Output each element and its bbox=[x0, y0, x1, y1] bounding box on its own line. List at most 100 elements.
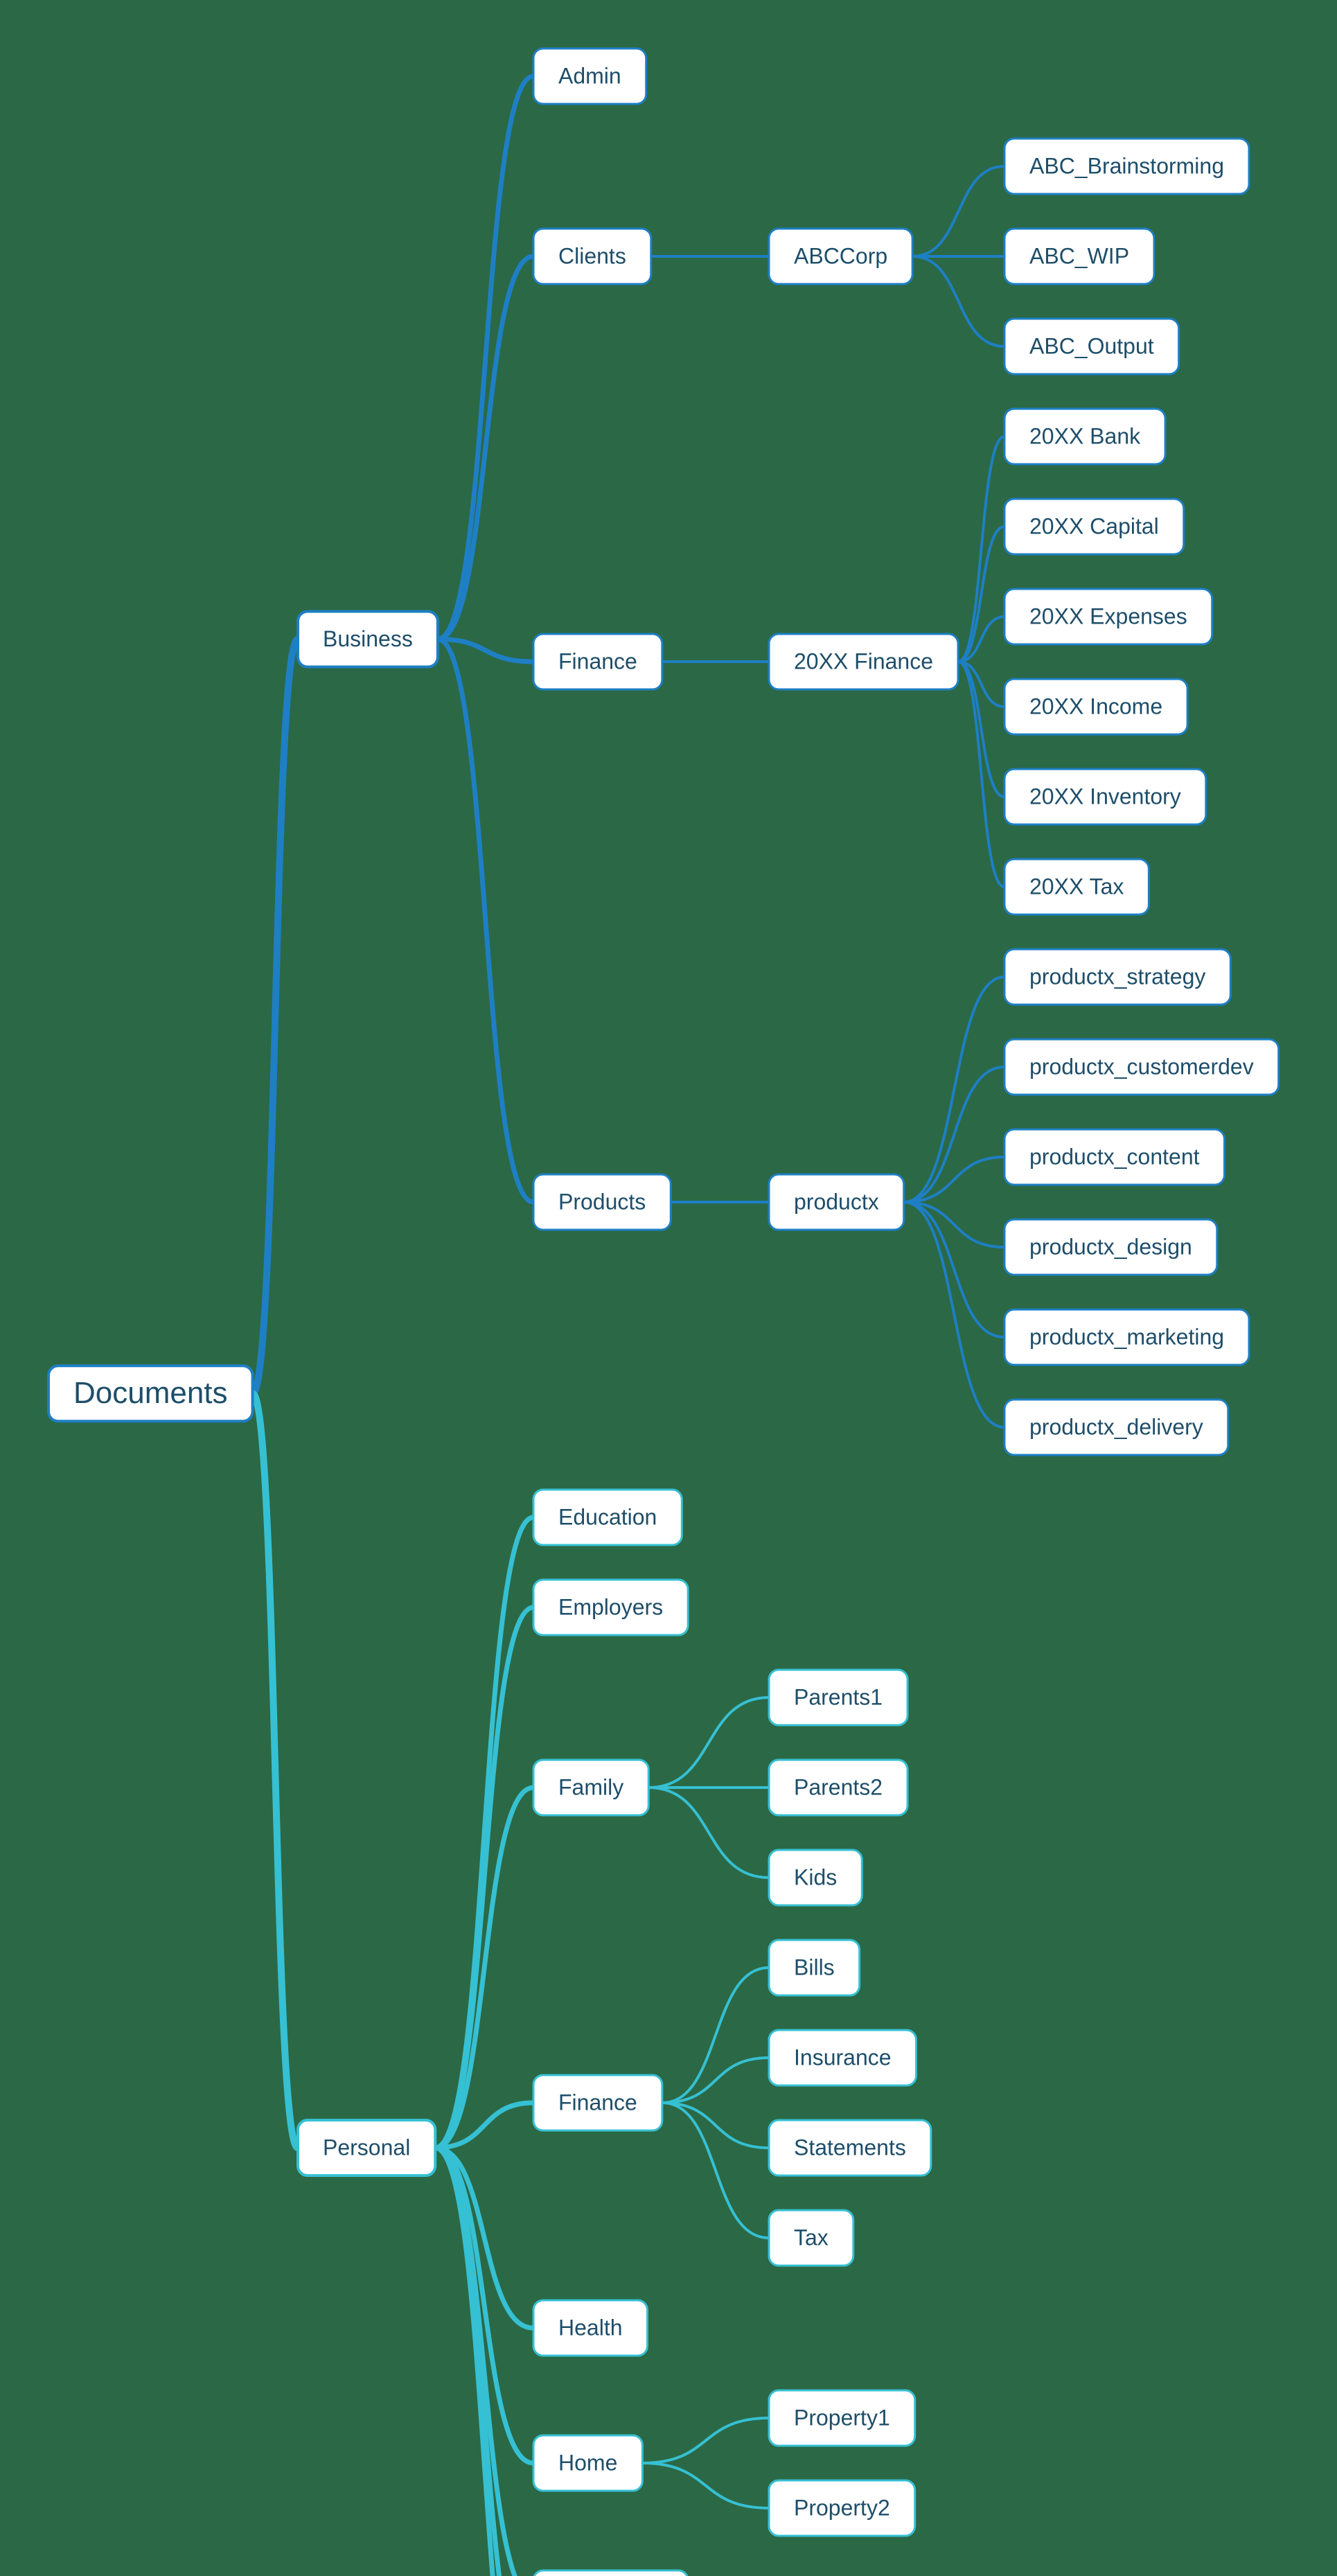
node-label: Parents2 bbox=[794, 1774, 883, 1799]
node-label: Education bbox=[558, 1504, 657, 1529]
node-label: 20XX Bank bbox=[1029, 423, 1141, 448]
node-clients[interactable]: Clients bbox=[533, 229, 651, 284]
node-label: Finance bbox=[558, 2090, 637, 2115]
node-personal[interactable]: Personal bbox=[298, 2120, 435, 2176]
node-20xx-income[interactable]: 20XX Income bbox=[1004, 679, 1187, 734]
node-label: Health bbox=[558, 2315, 623, 2340]
node-property2[interactable]: Property2 bbox=[769, 2480, 915, 2536]
node-abccorp[interactable]: ABCCorp bbox=[769, 229, 912, 284]
node-label: 20XX Finance bbox=[794, 649, 933, 673]
mindmap-canvas: Documents Business Admin Clients ABCCorp ABC_… bbox=[0, 0, 1337, 2576]
edge bbox=[253, 1393, 298, 2148]
node-label: Home bbox=[558, 2450, 617, 2475]
node-20xx-capital[interactable]: 20XX Capital bbox=[1004, 499, 1184, 554]
node-admin[interactable]: Admin bbox=[533, 48, 646, 104]
node-statements[interactable]: Statements bbox=[769, 2120, 931, 2176]
edge bbox=[662, 1968, 769, 2103]
node-label: 20XX Expenses bbox=[1029, 603, 1187, 628]
edge bbox=[648, 1697, 769, 1788]
edge bbox=[435, 2148, 533, 2576]
node-home[interactable]: Home bbox=[533, 2435, 642, 2491]
edge bbox=[958, 436, 1004, 662]
node-productx-marketing[interactable]: productx_marketing bbox=[1004, 1309, 1249, 1365]
node-box bbox=[533, 2570, 688, 2576]
edge bbox=[912, 256, 1004, 346]
node-kids[interactable]: Kids bbox=[769, 1850, 862, 1905]
node-label: Products bbox=[558, 1189, 646, 1214]
node-20xx-bank[interactable]: 20XX Bank bbox=[1004, 409, 1165, 464]
edge bbox=[904, 977, 1004, 1202]
node-productx-design[interactable]: productx_design bbox=[1004, 1219, 1217, 1275]
node-employers[interactable]: Employers bbox=[533, 1580, 688, 1635]
node-label: ABC_WIP bbox=[1029, 243, 1129, 268]
node-label: Business bbox=[323, 626, 413, 651]
node-purchases[interactable]: Purchases bbox=[533, 2570, 688, 2576]
node-20xx-finance[interactable]: 20XX Finance bbox=[769, 634, 958, 689]
node-family[interactable]: Family bbox=[533, 1760, 648, 1815]
node-label: Insurance bbox=[794, 2045, 892, 2070]
node-label: Clients bbox=[558, 243, 626, 268]
nodes-layer: Documents Business Admin Clients ABCCorp ABC_… bbox=[48, 48, 1279, 2576]
node-property1[interactable]: Property1 bbox=[769, 2390, 915, 2446]
node-label: Property2 bbox=[794, 2495, 890, 2520]
node-label: productx_customerdev bbox=[1029, 1054, 1254, 1079]
node-label: productx_marketing bbox=[1029, 1324, 1224, 1349]
node-label: Personal bbox=[323, 2135, 410, 2160]
node-label: Admin bbox=[558, 63, 621, 88]
node-documents[interactable]: Documents bbox=[48, 1366, 253, 1421]
node-products[interactable]: Products bbox=[533, 1174, 671, 1230]
node-productx[interactable]: productx bbox=[769, 1174, 904, 1230]
edges-layer bbox=[253, 76, 1004, 2576]
node-insurance[interactable]: Insurance bbox=[769, 2030, 917, 2085]
node-abc-brainstorming[interactable]: ABC_Brainstorming bbox=[1004, 139, 1249, 194]
node-productx-strategy[interactable]: productx_strategy bbox=[1004, 949, 1230, 1005]
node-label: Statements bbox=[794, 2135, 906, 2160]
edge bbox=[648, 1788, 769, 1878]
node-abc-output[interactable]: ABC_Output bbox=[1004, 319, 1179, 374]
edge bbox=[662, 2103, 769, 2148]
edge bbox=[435, 1607, 533, 2148]
node-label: Tax bbox=[794, 2225, 829, 2250]
edge bbox=[662, 2103, 769, 2238]
node-label: Employers bbox=[558, 1594, 663, 1619]
node-20xx-expenses[interactable]: 20XX Expenses bbox=[1004, 589, 1212, 644]
node-productx-content[interactable]: productx_content bbox=[1004, 1129, 1225, 1185]
node-business[interactable]: Business bbox=[298, 612, 438, 667]
node-label: Bills bbox=[794, 1955, 835, 1979]
node-productx-customerdev[interactable]: productx_customerdev bbox=[1004, 1039, 1279, 1095]
edge bbox=[438, 76, 533, 639]
node-20xx-tax[interactable]: 20XX Tax bbox=[1004, 859, 1149, 915]
node-bills[interactable]: Bills bbox=[769, 1940, 860, 1995]
edge bbox=[912, 166, 1004, 256]
node-20xx-inventory[interactable]: 20XX Inventory bbox=[1004, 769, 1206, 824]
node-finance[interactable]: Finance bbox=[533, 2075, 662, 2131]
edge bbox=[253, 639, 298, 1394]
node-label: productx bbox=[794, 1189, 879, 1214]
node-label: ABC_Output bbox=[1029, 333, 1154, 358]
edge bbox=[435, 1517, 533, 2148]
node-label: productx_design bbox=[1029, 1234, 1192, 1259]
node-label: Property1 bbox=[794, 2405, 890, 2430]
node-label: productx_strategy bbox=[1029, 964, 1205, 989]
node-label: Family bbox=[558, 1774, 623, 1799]
node-label: 20XX Tax bbox=[1029, 874, 1124, 899]
node-label: Finance bbox=[558, 649, 637, 673]
node-label: Documents bbox=[73, 1376, 228, 1410]
edge bbox=[958, 662, 1004, 887]
node-label: ABC_Brainstorming bbox=[1029, 153, 1224, 178]
node-health[interactable]: Health bbox=[533, 2300, 648, 2356]
node-label: Kids bbox=[794, 1864, 837, 1889]
node-education[interactable]: Education bbox=[533, 1490, 682, 1545]
node-label: 20XX Income bbox=[1029, 694, 1162, 718]
node-parents1[interactable]: Parents1 bbox=[769, 1670, 907, 1725]
node-tax[interactable]: Tax bbox=[769, 2210, 853, 2266]
node-label: 20XX Capital bbox=[1029, 513, 1159, 538]
edge bbox=[642, 2418, 769, 2463]
node-abc-wip[interactable]: ABC_WIP bbox=[1004, 229, 1154, 284]
node-finance[interactable]: Finance bbox=[533, 634, 662, 689]
node-label: productx_delivery bbox=[1029, 1414, 1203, 1439]
node-parents2[interactable]: Parents2 bbox=[769, 1760, 907, 1815]
node-productx-delivery[interactable]: productx_delivery bbox=[1004, 1400, 1228, 1455]
node-label: Parents1 bbox=[794, 1684, 883, 1709]
edge bbox=[438, 256, 533, 639]
